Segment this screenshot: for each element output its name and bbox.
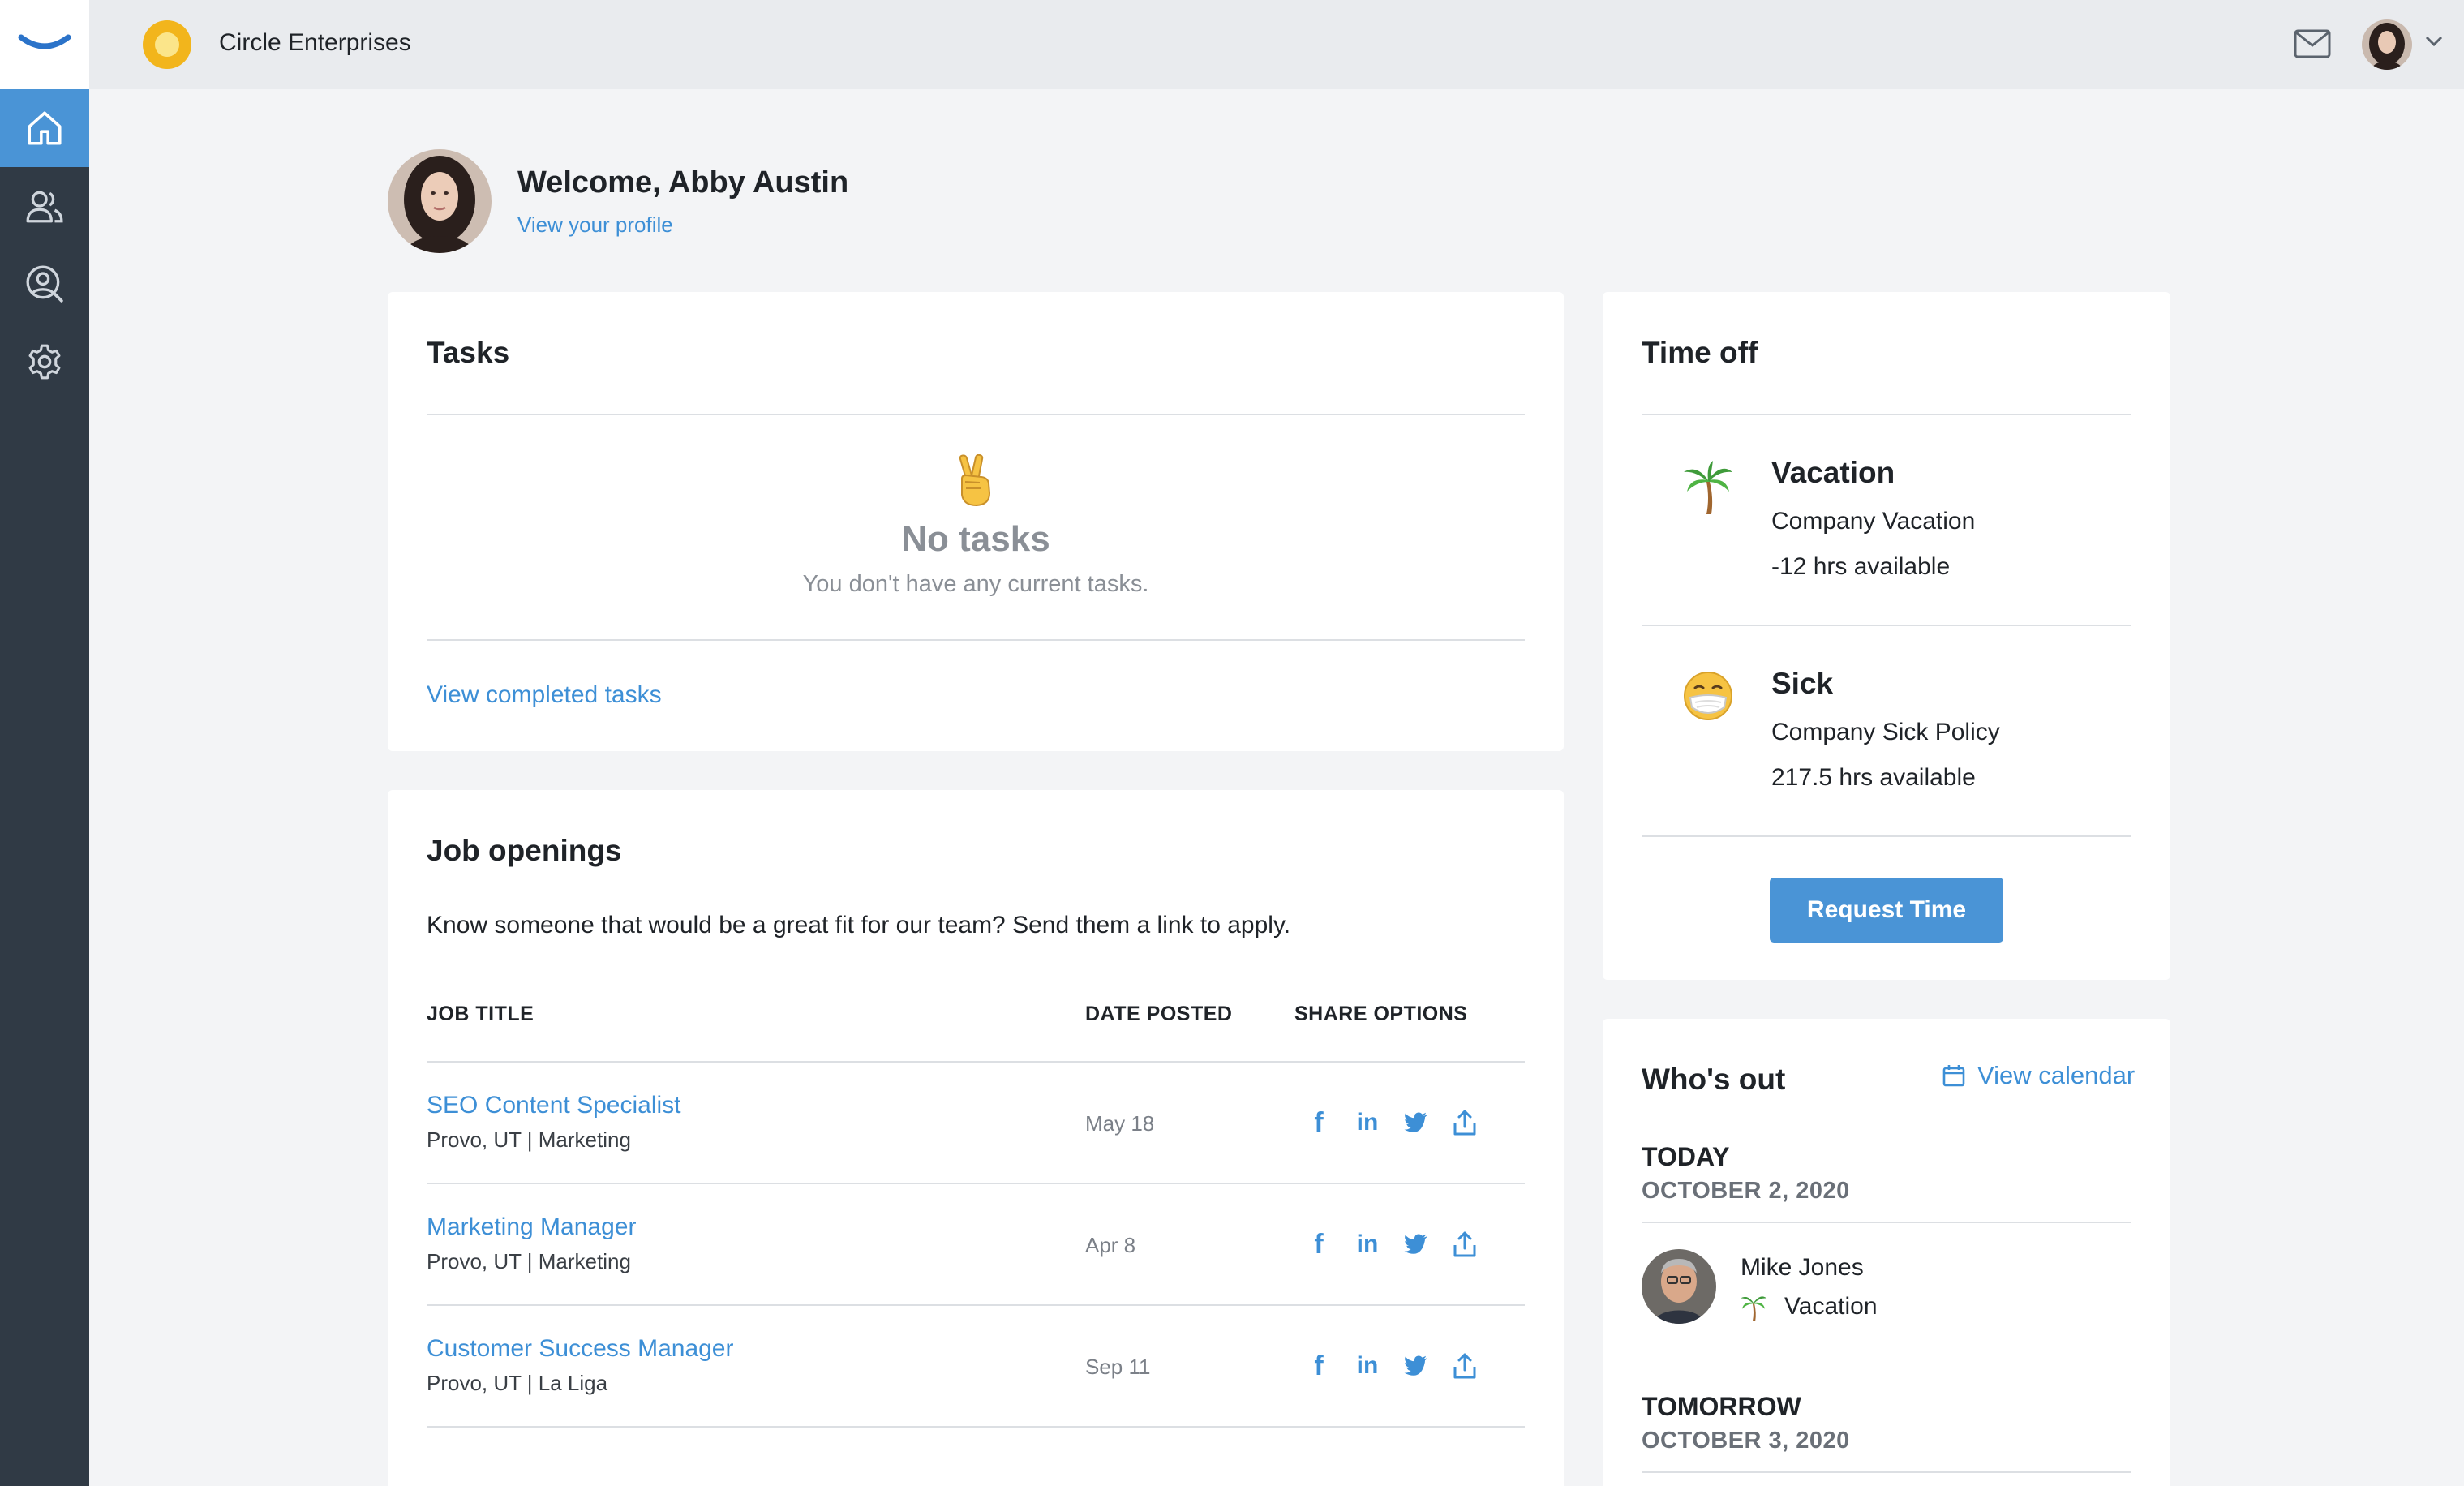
user-search-icon — [26, 265, 63, 303]
time-off-policy: Company Vacation — [1771, 508, 1976, 535]
job-title-link[interactable]: SEO Content Specialist — [427, 1092, 681, 1119]
chevron-down-icon[interactable] — [2425, 36, 2443, 51]
people-icon — [26, 191, 63, 223]
job-title-link[interactable]: Marketing Manager — [427, 1213, 636, 1241]
linkedin-share-icon[interactable]: in — [1343, 1350, 1392, 1382]
app-logo[interactable] — [0, 0, 89, 89]
mail-icon[interactable] — [2294, 29, 2331, 62]
whos-out-title: Who's out — [1642, 1063, 1786, 1096]
divider — [427, 639, 1525, 641]
divider — [1642, 414, 2131, 415]
avatar — [1642, 1249, 1716, 1324]
request-time-button[interactable]: Request Time — [1770, 878, 2003, 943]
view-completed-tasks-link[interactable]: View completed tasks — [427, 681, 662, 709]
divider — [1642, 835, 2131, 837]
job-title-link[interactable]: Customer Success Manager — [427, 1335, 734, 1363]
job-location: Provo, UT | Marketing — [427, 1127, 631, 1152]
job-openings-description: Know someone that would be a great fit f… — [427, 912, 1291, 938]
job-openings-title: Job openings — [427, 834, 622, 867]
share-upload-icon[interactable] — [1440, 1350, 1489, 1382]
job-location: Provo, UT | La Liga — [427, 1371, 608, 1395]
peace-hand-icon — [952, 453, 999, 512]
time-off-type: Sick — [1771, 667, 1834, 700]
divider — [427, 1426, 1525, 1428]
sick-face-icon — [1682, 670, 1734, 726]
view-profile-link[interactable]: View your profile — [517, 213, 673, 238]
sidebar-item-settings[interactable] — [0, 323, 89, 401]
facebook-share-icon[interactable]: f — [1294, 1350, 1343, 1382]
no-tasks-subtitle: You don't have any current tasks. — [802, 571, 1149, 597]
facebook-share-icon[interactable]: f — [1294, 1228, 1343, 1261]
sidebar-item-directory[interactable] — [0, 245, 89, 323]
welcome-heading: Welcome, Abby Austin — [517, 165, 849, 200]
divider — [427, 1183, 1525, 1184]
profile-avatar[interactable] — [388, 149, 492, 253]
sidebar-item-home[interactable] — [0, 89, 89, 167]
user-avatar[interactable] — [2362, 19, 2412, 70]
top-bar: Circle Enterprises — [89, 0, 2464, 89]
home-icon — [28, 111, 62, 145]
share-options: f in — [1294, 1106, 1489, 1139]
whos-out-card: Who's out View calendar TODAY OCTOBER 2,… — [1603, 1019, 2170, 1486]
twitter-share-icon[interactable] — [1392, 1106, 1440, 1139]
company-logo — [143, 20, 191, 69]
today-label: TODAY — [1642, 1142, 1730, 1171]
today-date: OCTOBER 2, 2020 — [1642, 1178, 1850, 1204]
divider — [1642, 1222, 2131, 1223]
job-openings-card: Job openings Know someone that would be … — [388, 790, 1564, 1486]
palm-tree-icon — [1739, 1291, 1768, 1326]
time-off-policy: Company Sick Policy — [1771, 719, 2000, 745]
sidebar — [0, 0, 89, 1486]
person-name: Mike Jones — [1741, 1254, 1864, 1281]
share-options: f in — [1294, 1350, 1489, 1382]
sidebar-item-people[interactable] — [0, 167, 89, 245]
column-header-date-posted: DATE POSTED — [1085, 1003, 1233, 1025]
person-time-off-type: Vacation — [1784, 1293, 1878, 1320]
time-off-card: Time off Vacation Company Vacation -12 h… — [1603, 292, 2170, 980]
tasks-title: Tasks — [427, 336, 510, 369]
time-off-hours: -12 hrs available — [1771, 553, 1951, 580]
view-calendar-label: View calendar — [1977, 1061, 2136, 1089]
linkedin-share-icon[interactable]: in — [1343, 1228, 1392, 1261]
tasks-card: Tasks No tasks You don't have any curren… — [388, 292, 1564, 751]
twitter-share-icon[interactable] — [1392, 1228, 1440, 1261]
palm-tree-icon — [1682, 459, 1734, 520]
no-tasks-title: No tasks — [901, 519, 1050, 559]
tomorrow-label: TOMORROW — [1642, 1392, 1801, 1421]
job-location: Provo, UT | Marketing — [427, 1249, 631, 1273]
time-off-type: Vacation — [1771, 456, 1895, 489]
tomorrow-date: OCTOBER 3, 2020 — [1642, 1428, 1850, 1454]
share-options: f in — [1294, 1228, 1489, 1261]
company-name: Circle Enterprises — [219, 29, 411, 56]
column-header-job-title: JOB TITLE — [427, 1003, 534, 1025]
gear-icon — [28, 344, 61, 380]
view-calendar-link[interactable]: View calendar — [1942, 1061, 2135, 1090]
linkedin-share-icon[interactable]: in — [1343, 1106, 1392, 1139]
job-date: May 18 — [1085, 1111, 1155, 1136]
job-date: Sep 11 — [1085, 1355, 1151, 1379]
calendar-icon — [1942, 1065, 1965, 1087]
divider — [1642, 1471, 2131, 1473]
column-header-share-options: SHARE OPTIONS — [1294, 1003, 1468, 1025]
divider — [1642, 625, 2131, 626]
share-upload-icon[interactable] — [1440, 1106, 1489, 1139]
time-off-hours: 217.5 hrs available — [1771, 764, 1976, 791]
divider — [427, 1061, 1525, 1063]
job-date: Apr 8 — [1085, 1233, 1136, 1257]
smile-logo-icon — [18, 34, 71, 49]
facebook-share-icon[interactable]: f — [1294, 1106, 1343, 1139]
divider — [427, 414, 1525, 415]
share-upload-icon[interactable] — [1440, 1228, 1489, 1261]
divider — [427, 1304, 1525, 1306]
time-off-title: Time off — [1642, 336, 1758, 369]
twitter-share-icon[interactable] — [1392, 1350, 1440, 1382]
